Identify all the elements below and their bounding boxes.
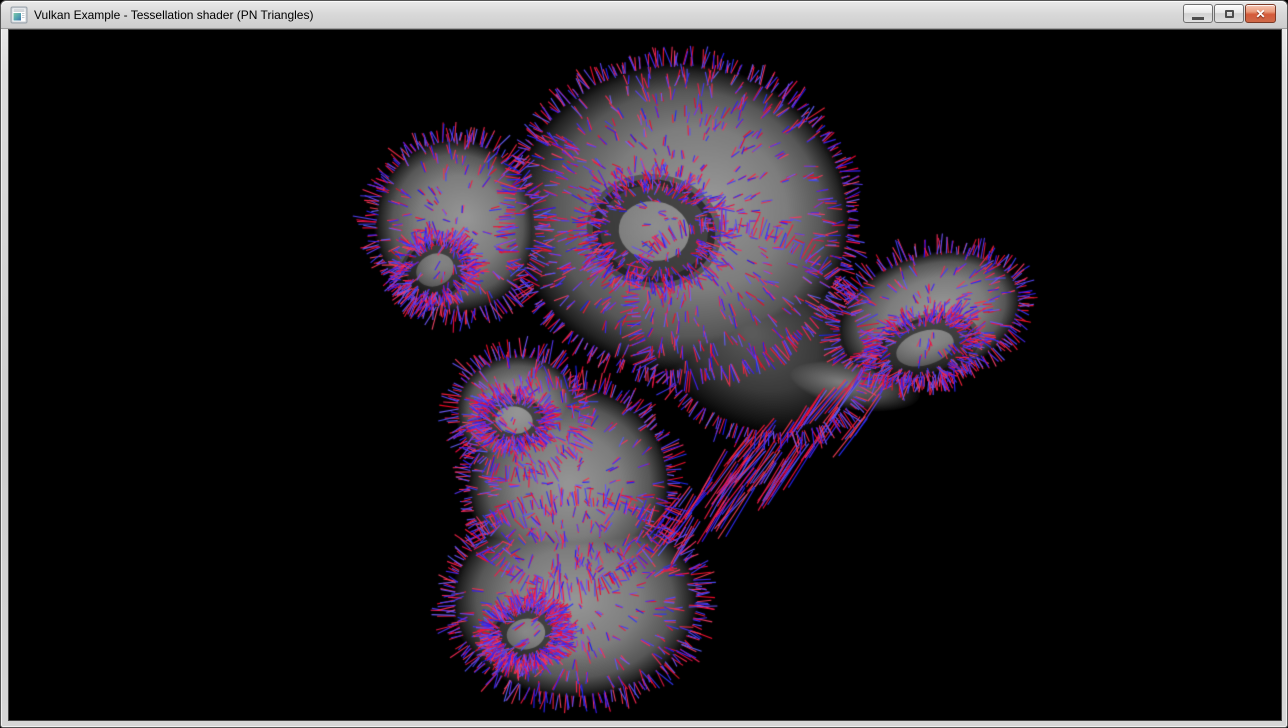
application-icon xyxy=(10,6,28,24)
minimize-icon xyxy=(1192,17,1204,20)
titlebar[interactable]: Vulkan Example - Tessellation shader (PN… xyxy=(1,1,1287,29)
maximize-icon xyxy=(1225,10,1234,18)
close-icon: ✕ xyxy=(1255,8,1265,20)
app-window: Vulkan Example - Tessellation shader (PN… xyxy=(0,0,1288,728)
maximize-button[interactable] xyxy=(1214,4,1244,23)
render-canvas[interactable] xyxy=(9,30,1281,720)
window-controls: ✕ xyxy=(1183,4,1276,23)
render-viewport xyxy=(9,30,1281,720)
close-button[interactable]: ✕ xyxy=(1245,4,1276,23)
minimize-button[interactable] xyxy=(1183,4,1213,23)
window-title: Vulkan Example - Tessellation shader (PN… xyxy=(34,8,313,22)
